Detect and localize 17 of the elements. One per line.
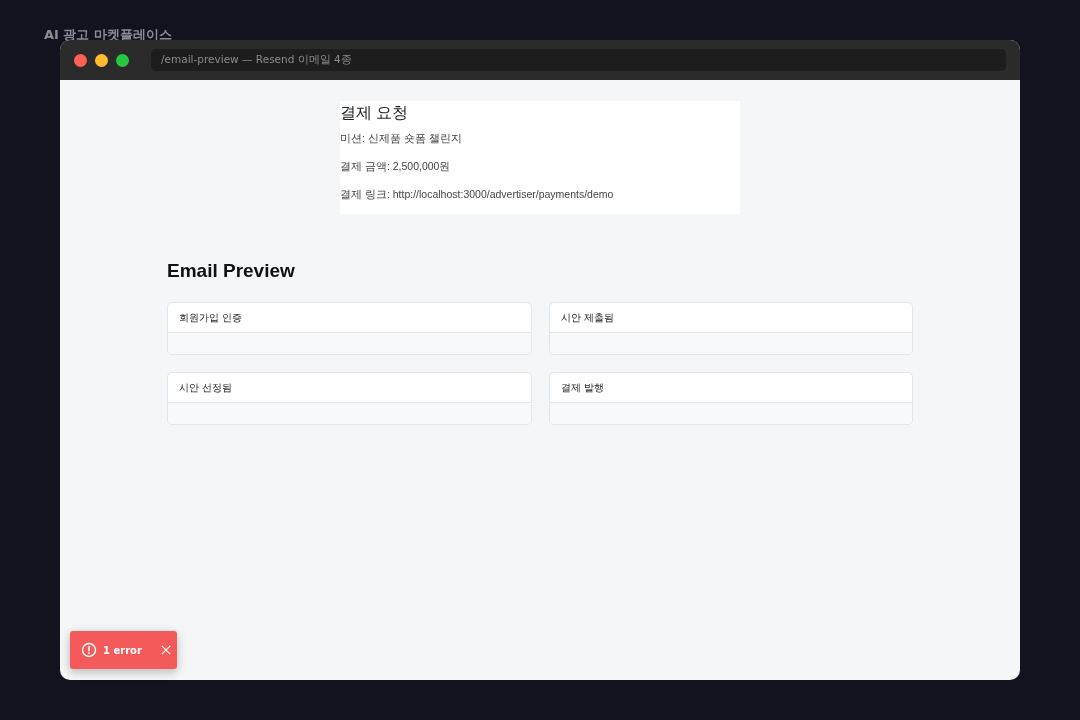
email-title: 결제 요청 [340,103,410,123]
card-title: 시안 선정됨 [179,380,233,395]
card-title: 회원가입 인증 [179,310,243,325]
email-line: 결제 금액: 2,500,000원 [340,160,452,174]
close-button[interactable] [74,53,87,67]
close-icon[interactable] [160,645,171,655]
section-heading: Email Preview [167,260,296,282]
minimize-button[interactable] [95,53,108,67]
error-count: 1 error [103,644,142,656]
card-title: 시안 제출됨 [560,310,614,325]
card-title: 결제 발행 [560,380,604,395]
email-line: 미션: 신제품 숏폼 챌린지 [340,132,463,146]
error-toast[interactable]: 1 error [70,631,177,669]
email-line: 결제 링크: http://localhost:3000/advertiser/payments/demo [340,188,615,202]
alert-icon [81,642,97,658]
address-bar[interactable]: /email-preview — Resend 이메일 4종 [151,49,1006,71]
maximize-button[interactable] [116,53,129,67]
